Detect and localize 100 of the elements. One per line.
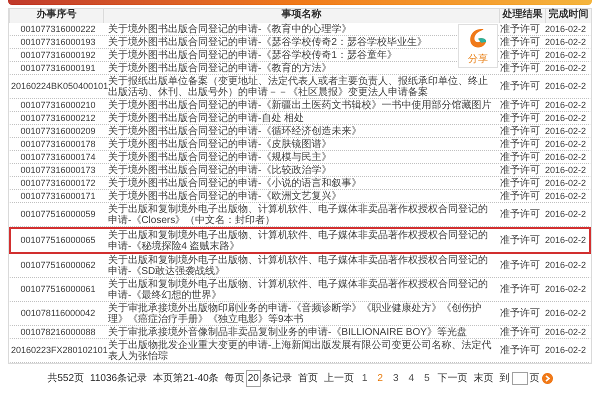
table-cell: 001078116000042 <box>20 308 96 318</box>
table-cell: 001077316000209 <box>20 126 96 136</box>
table-cell: 2016-02-2 <box>545 345 586 355</box>
page-link[interactable]: 1 <box>360 371 370 386</box>
table-cell: 准予许可 <box>500 152 540 162</box>
table-cell: 001077516000061 <box>20 284 96 294</box>
column-header: 完成时间 <box>545 9 591 23</box>
page-count: 共552页 <box>47 372 84 386</box>
table-cell: 001077316000222 <box>20 24 96 34</box>
table-cell: 2016-02-2 <box>545 308 586 318</box>
record-count: 11036条记录 <box>90 372 148 386</box>
page-link[interactable]: 5 <box>422 371 432 386</box>
table-cell: 001077516000062 <box>20 260 96 270</box>
table-cell: 20160224BK050400101 <box>11 81 108 91</box>
table-cell: 2016-02-2 <box>545 190 586 200</box>
table-cell: 001077516000059 <box>20 209 96 219</box>
table-cell: 准予许可 <box>500 326 540 338</box>
table-cell: 2016-02-2 <box>545 326 586 336</box>
table-cell: 准予许可 <box>500 126 540 136</box>
table-cell: 准予许可 <box>500 24 540 34</box>
goto-label: 到 <box>500 372 510 386</box>
page-link[interactable]: 3 <box>390 371 401 386</box>
table-cell: 关于境外图书出版合同登记的申请-《瑟谷学校传奇1：瑟谷童年》 <box>108 50 397 60</box>
table-cell: 准予许可 <box>500 284 540 295</box>
table-cell: 准予许可 <box>500 190 540 202</box>
table-cell: 准予许可 <box>500 235 540 246</box>
table-cell: 关于境外图书出版合同登记的申请-《比较政治学》 <box>108 164 332 176</box>
table-cell: 001077316000173 <box>20 164 96 174</box>
table-cell: 2016-02-2 <box>545 138 586 148</box>
table-cell: 关于境外图书出版合同登记的申请-《教育中的心理学》 <box>108 24 352 34</box>
table-cell: 001077316000191 <box>20 62 96 72</box>
table-cell: 2016-02-2 <box>545 152 586 162</box>
table-cell: 关于境外图书出版合同登记的申请-《皮肤镜图谱》 <box>108 138 332 150</box>
table-cell: 2016-02-2 <box>545 24 586 34</box>
per-page-label: 条记录 <box>262 372 292 386</box>
table-cell: 关于出版和复制境外电子出版物、计算机软件、电子媒体非卖品著作权授权合同登记的申请-《SD敢达强袭战线》 <box>108 254 488 276</box>
table-cell: 准予许可 <box>500 36 540 48</box>
page-range: 本页第21-40条 <box>153 372 219 386</box>
table-cell: 准予许可 <box>500 50 540 60</box>
table-cell: 关于出版和复制境外电子出版物、计算机软件、电子媒体非卖品著作权授权合同登记的申请-《Closers》（中文名：封印者） <box>108 204 488 226</box>
table-cell: 关于出版物批发企业重大变更的申请-上海新闻出版发展有限公司变更公司名称、法定代表人为张怡琮 <box>108 340 492 362</box>
column-header: 事项名称 <box>103 9 499 23</box>
table-cell: 关于报纸出版单位备案（变更地址、法定代表人或者主要负责人、报纸承印单位、终止出版活动、休刊、出版号外）的申请－－《社区晨报》变更法人申请备案 <box>108 76 488 98</box>
table-cell: 20160223FX280102101 <box>11 345 108 355</box>
table-cell: 关于境外图书出版合同登记的申请-自处 相处 <box>108 112 304 124</box>
table-cell: 准予许可 <box>500 308 540 319</box>
table-cell: 关于境外图书出版合同登记的申请-《小说的语言和叙事》 <box>108 178 362 188</box>
table-cell: 准予许可 <box>500 209 540 220</box>
page-link[interactable]: 4 <box>406 371 416 386</box>
goto-label: 页 <box>530 372 540 386</box>
table-cell: 2016-02-2 <box>545 81 586 91</box>
per-page-label: 每页 <box>224 372 245 386</box>
table-cell: 2016-02-2 <box>545 178 586 188</box>
last-page-link[interactable]: 末页 <box>474 371 494 386</box>
table-cell: 关于审批承接境外音像制品非卖品复制业务的申请-《BILLIONAIRE BOY》等光盘 <box>108 326 467 338</box>
table-cell: 001077316000171 <box>20 190 96 200</box>
page-number-field[interactable] <box>512 372 528 385</box>
table-cell: 2016-02-2 <box>545 112 586 122</box>
table-cell: 关于出版和复制境外电子出版物、计算机软件、电子媒体非卖品著作权授权合同登记的申请-《最终幻想的世界》 <box>108 278 488 300</box>
table-cell: 001077316000192 <box>20 50 96 60</box>
table-cell: 准予许可 <box>500 260 540 271</box>
table-cell: 2016-02-2 <box>545 164 586 174</box>
table-cell: 001077316000193 <box>20 36 96 46</box>
table-cell: 关于境外图书出版合同登记的申请-《教育的方法》 <box>108 62 332 74</box>
table-cell: 2016-02-2 <box>545 209 586 219</box>
table-cell: 准予许可 <box>500 100 540 110</box>
table-cell: 准予许可 <box>500 138 540 150</box>
table-cell: 关于境外图书出版合同登记的申请-《新疆出土医药文书辑校》一书中使用部分馆藏图片 <box>108 100 492 110</box>
table-cell: 关于审批承接境外出版物印刷业务的申请-《音频诊断学》《职业健康处方》《创伤护理》《癌症治疗手册》《独立电影》等9本书 <box>108 302 482 324</box>
table-cell: 2016-02-2 <box>545 36 586 46</box>
table-cell: 2016-02-2 <box>545 284 586 294</box>
table-cell: 2016-02-2 <box>545 260 586 270</box>
table-cell: 准予许可 <box>500 164 540 176</box>
table-cell: 001077316000212 <box>20 112 96 122</box>
table-cell: 准予许可 <box>500 112 540 124</box>
column-header: 处理结果 <box>499 9 545 23</box>
table-cell: 关于境外图书出版合同登记的申请-《瑟谷学校传奇2：瑟谷学校毕业生》 <box>108 36 427 48</box>
go-button[interactable] <box>542 373 553 384</box>
table-cell: 2016-02-2 <box>545 62 586 72</box>
table-cell: 准予许可 <box>500 81 540 92</box>
next-page-link[interactable]: 下一页 <box>438 371 468 386</box>
share-label: 分享 <box>468 52 488 66</box>
table-cell: 001077516000065 <box>20 235 96 245</box>
table-cell: 2016-02-2 <box>545 235 586 245</box>
table-cell: 关于境外图书出版合同登记的申请-《规模与民主》 <box>108 152 332 162</box>
per-page-field[interactable]: 20 <box>246 370 261 387</box>
table-cell: 关于境外图书出版合同登记的申请-《欧洲文艺复兴》 <box>108 190 342 202</box>
table-cell: 001078216000088 <box>20 326 96 336</box>
table-cell: 准予许可 <box>500 62 540 74</box>
column-header: 办事序号 <box>9 9 103 23</box>
table-cell: 2016-02-2 <box>545 126 586 136</box>
table-cell: 001077316000210 <box>20 100 96 110</box>
table-cell: 001077316000172 <box>20 178 96 188</box>
previous-page-link[interactable]: 上一页 <box>324 371 354 386</box>
first-page-link[interactable]: 首页 <box>298 371 318 386</box>
table-cell: 2016-02-2 <box>545 50 586 60</box>
table-cell: 准予许可 <box>500 178 540 188</box>
table-cell: 关于境外图书出版合同登记的申请-《循环经济创造未来》 <box>108 126 362 136</box>
table-cell: 2016-02-2 <box>545 100 586 110</box>
table-cell: 001077316000178 <box>20 138 96 148</box>
